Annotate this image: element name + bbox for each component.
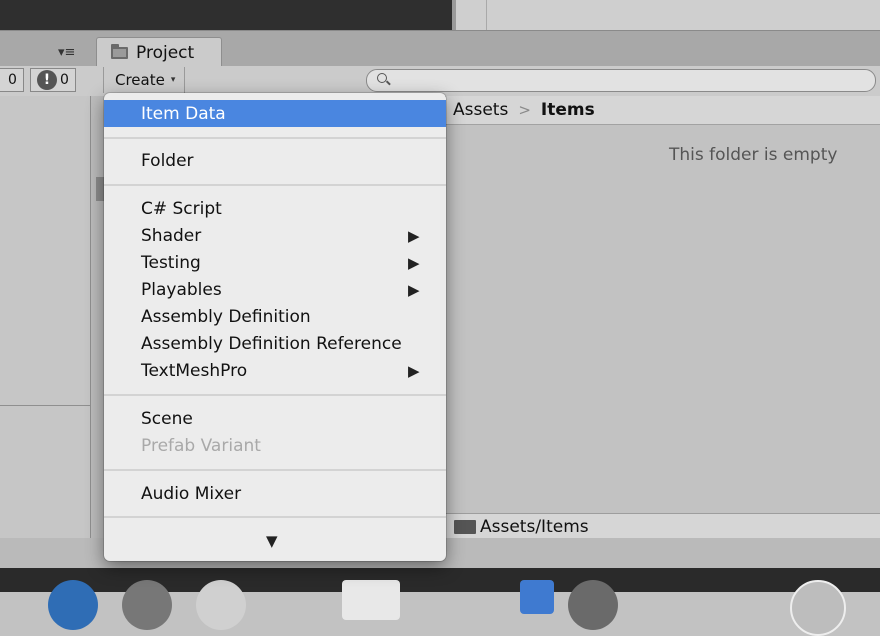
scroll-down-arrow-icon[interactable]: ▼ <box>266 532 278 550</box>
chevron-right-icon: > <box>518 101 531 119</box>
console-panel <box>0 96 91 538</box>
divider <box>486 0 487 30</box>
scene-view-panel <box>0 0 452 30</box>
dock-app-icon[interactable] <box>342 580 400 620</box>
menu-item-assembly-definition-reference[interactable]: Assembly Definition Reference <box>104 330 446 357</box>
path-bar: Assets/Items <box>446 513 880 539</box>
inspector-panel <box>456 0 880 30</box>
menu-item-shader[interactable]: Shader ▶ <box>104 222 446 249</box>
warning-counter[interactable]: ! 0 <box>30 68 76 92</box>
menu-item-folder[interactable]: Folder <box>104 147 446 174</box>
warning-icon: ! <box>37 70 57 90</box>
path-label: Assets/Items <box>480 516 589 537</box>
menu-separator <box>104 469 446 471</box>
menu-item-audio-mixer[interactable]: Audio Mixer <box>104 480 446 507</box>
search-icon <box>377 73 387 83</box>
menu-separator <box>104 516 446 518</box>
divider <box>0 405 90 406</box>
folder-tree-panel <box>91 96 105 538</box>
log-counter[interactable]: 0 <box>0 68 24 92</box>
breadcrumb-assets[interactable]: Assets <box>453 100 508 120</box>
menu-item-prefab-variant: Prefab Variant <box>141 435 261 456</box>
create-button-label: Create <box>115 71 165 89</box>
menu-item-assembly-definition[interactable]: Assembly Definition <box>104 303 446 330</box>
tab-project-label: Project <box>136 42 195 63</box>
menu-item-csharp-script[interactable]: C# Script <box>104 195 446 222</box>
empty-folder-message: This folder is empty <box>669 145 838 165</box>
search-input[interactable] <box>366 69 876 92</box>
chevron-down-icon: ▾ <box>170 75 176 85</box>
menu-item-scene[interactable]: Scene <box>104 405 446 432</box>
log-count: 0 <box>8 72 17 88</box>
menu-separator <box>104 394 446 396</box>
menu-item-item-data[interactable]: Item Data <box>104 100 446 127</box>
submenu-arrow-icon: ▶ <box>408 253 420 272</box>
warning-count: 0 <box>60 72 69 88</box>
menu-item-testing[interactable]: Testing ▶ <box>104 249 446 276</box>
create-button[interactable]: Create ▾ <box>103 67 185 93</box>
submenu-arrow-icon: ▶ <box>408 280 420 299</box>
submenu-arrow-icon: ▶ <box>408 361 420 380</box>
dock-app-icon[interactable] <box>196 580 246 630</box>
breadcrumb: Assets > Items <box>446 96 880 125</box>
menu-separator <box>104 137 446 139</box>
breadcrumb-items[interactable]: Items <box>541 100 595 120</box>
dock-app-icon[interactable] <box>568 580 618 630</box>
dock-app-icon[interactable] <box>122 580 172 630</box>
tab-project[interactable]: Project <box>96 37 222 67</box>
tree-selection <box>96 177 104 201</box>
folder-icon <box>454 519 476 534</box>
folder-icon <box>111 43 128 59</box>
tab-menu-icon[interactable]: ▾≡ <box>58 45 75 60</box>
menu-item-textmeshpro[interactable]: TextMeshPro ▶ <box>104 357 446 384</box>
dock-app-icon[interactable] <box>48 580 98 630</box>
menu-item-playables[interactable]: Playables ▶ <box>104 276 446 303</box>
dock-app-icon[interactable] <box>520 580 554 614</box>
create-menu: Item Data Folder C# Script Shader ▶ Test… <box>104 93 446 561</box>
submenu-arrow-icon: ▶ <box>408 226 420 245</box>
dock-app-icon[interactable] <box>790 580 846 636</box>
menu-separator <box>104 184 446 186</box>
folder-content-area[interactable] <box>446 125 880 512</box>
